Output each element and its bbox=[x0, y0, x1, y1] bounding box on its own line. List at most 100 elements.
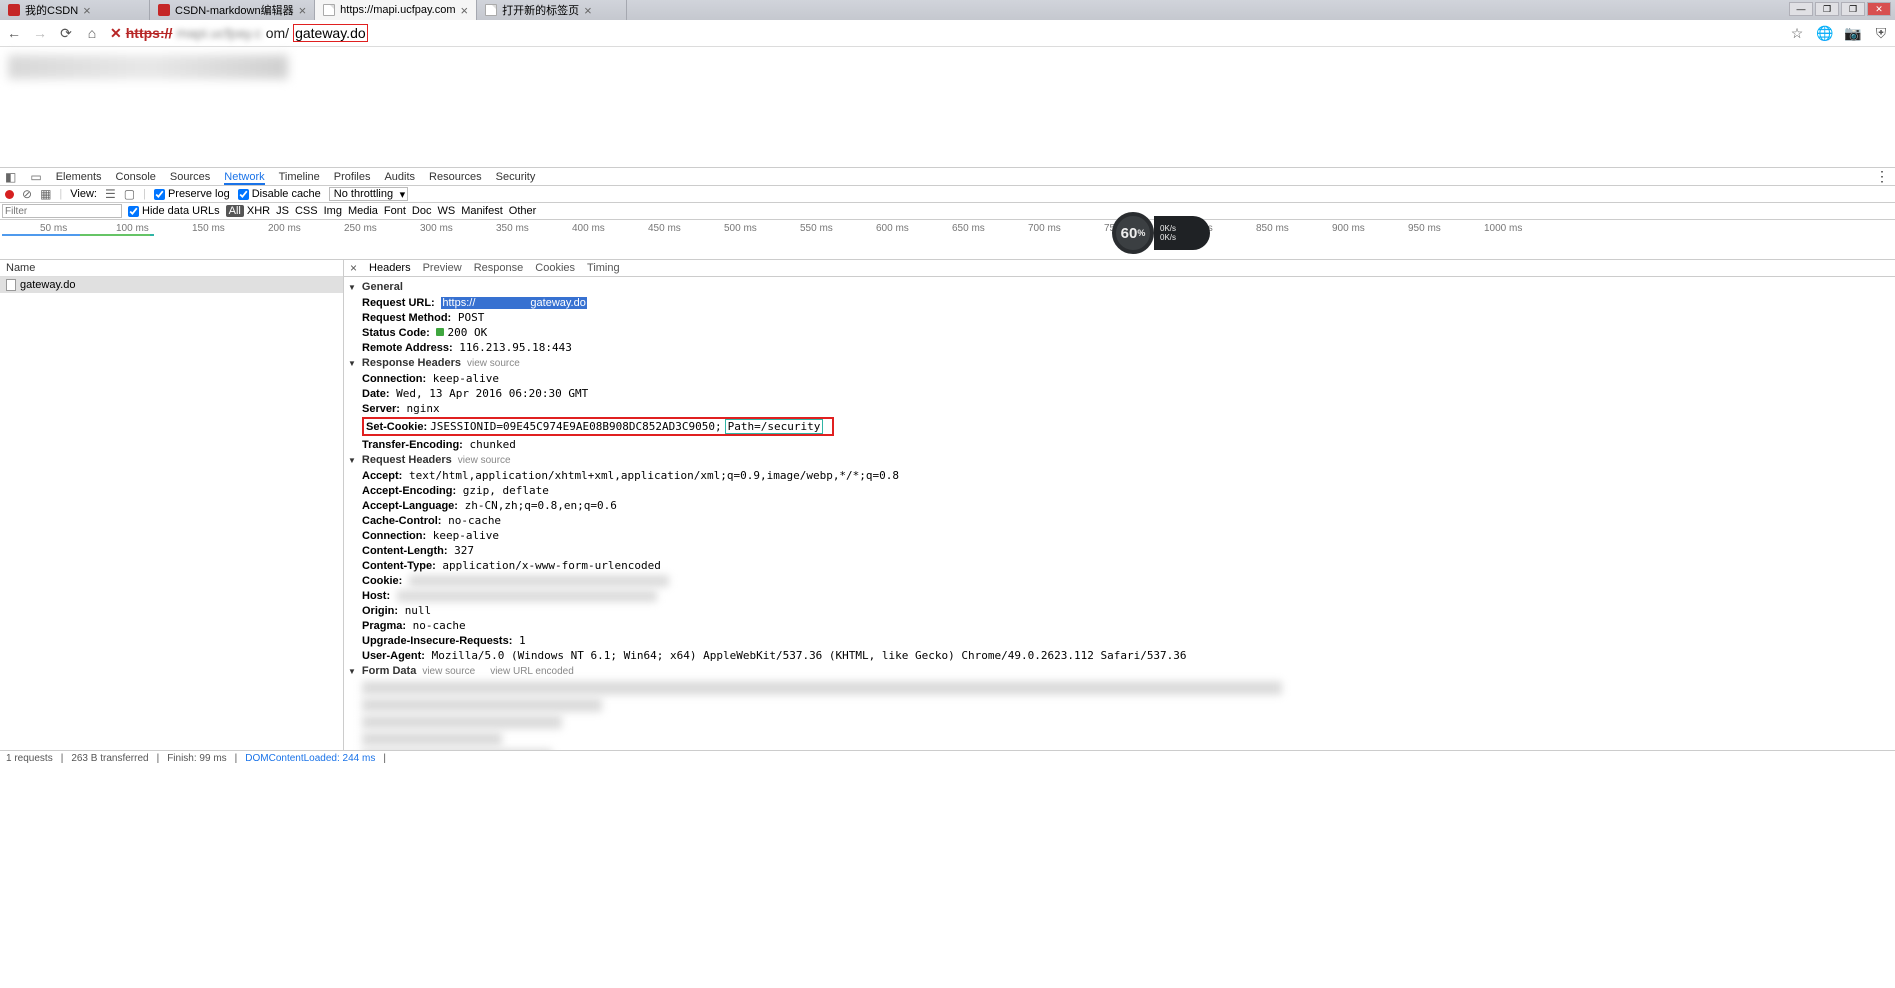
disable-cache-checkbox[interactable]: Disable cache bbox=[238, 188, 321, 200]
devtools-tabs: ◧ ▭ Elements Console Sources Network Timelin… bbox=[0, 168, 1895, 186]
section-request-headers[interactable]: Request Headers view source bbox=[348, 452, 1891, 468]
navigation-bar: ← → ⟳ ⌂ ✕ https:// mapi.ucfpay.c om/gate… bbox=[0, 20, 1895, 47]
view-source-link[interactable]: view source bbox=[422, 666, 475, 677]
page-content-blur bbox=[8, 55, 288, 79]
url-domain-blur: mapi.ucfpay.c bbox=[176, 25, 261, 41]
filter-type-js[interactable]: JS bbox=[273, 205, 292, 217]
request-row[interactable]: gateway.do bbox=[0, 277, 343, 293]
tab-close-icon[interactable]: × bbox=[461, 3, 469, 18]
speed-readout: 0K/s0K/s bbox=[1154, 216, 1210, 250]
filter-input[interactable] bbox=[2, 204, 122, 218]
tab-close-icon[interactable]: × bbox=[299, 3, 307, 18]
speed-overlay[interactable]: 60% 0K/s0K/s bbox=[1112, 208, 1212, 258]
close-detail-icon[interactable]: × bbox=[350, 261, 357, 275]
filter-type-css[interactable]: CSS bbox=[292, 205, 321, 217]
section-response-headers[interactable]: Response Headers view source bbox=[348, 355, 1891, 371]
request-name: gateway.do bbox=[20, 279, 75, 291]
tab-close-icon[interactable]: × bbox=[584, 3, 592, 18]
tab-title: 打开新的标签页 bbox=[502, 2, 579, 18]
filter-type-ws[interactable]: WS bbox=[434, 205, 458, 217]
detail-tab-timing[interactable]: Timing bbox=[587, 262, 620, 274]
timeline-tick: 650 ms bbox=[952, 223, 985, 234]
tab-active[interactable]: https://mapi.ucfpay.com× bbox=[315, 0, 477, 20]
filter-type-xhr[interactable]: XHR bbox=[244, 205, 273, 217]
preserve-log-checkbox[interactable]: Preserve log bbox=[154, 188, 230, 200]
maximize-button[interactable]: ❐ bbox=[1841, 2, 1865, 16]
detail-tab-preview[interactable]: Preview bbox=[423, 262, 462, 274]
back-icon[interactable]: ← bbox=[6, 25, 22, 41]
devtools-menu-icon[interactable]: ⋮ bbox=[1875, 168, 1890, 185]
view-source-link[interactable]: view source bbox=[458, 455, 511, 466]
timeline-tick: 200 ms bbox=[268, 223, 301, 234]
home-icon[interactable]: ⌂ bbox=[84, 25, 100, 41]
devtools-tab-elements[interactable]: Elements bbox=[56, 171, 102, 183]
timeline-tick: 500 ms bbox=[724, 223, 757, 234]
page-content bbox=[0, 47, 1895, 167]
devtools-tab-security[interactable]: Security bbox=[496, 171, 536, 183]
timeline-tick: 1000 ms bbox=[1484, 223, 1522, 234]
filter-type-img[interactable]: Img bbox=[321, 205, 345, 217]
filter-type-manifest[interactable]: Manifest bbox=[458, 205, 506, 217]
view-large-icon[interactable]: ▢ bbox=[124, 187, 135, 201]
devtools-tab-profiles[interactable]: Profiles bbox=[334, 171, 371, 183]
devtools-tab-sources[interactable]: Sources bbox=[170, 171, 210, 183]
speed-circle: 60% bbox=[1112, 212, 1154, 254]
request-header-row: Connection: keep-alive bbox=[348, 528, 1891, 543]
detail-tab-response[interactable]: Response bbox=[474, 262, 524, 274]
devtools-tab-audits[interactable]: Audits bbox=[384, 171, 415, 183]
timeline-tick: 100 ms bbox=[116, 223, 149, 234]
timeline-tick: 550 ms bbox=[800, 223, 833, 234]
name-column-header[interactable]: Name bbox=[0, 260, 343, 277]
section-form-data[interactable]: Form Data view source view URL encoded bbox=[348, 663, 1891, 679]
throttling-select[interactable]: No throttling bbox=[329, 187, 408, 201]
timeline-tick: 450 ms bbox=[648, 223, 681, 234]
hide-data-urls-checkbox[interactable]: Hide data URLs bbox=[128, 205, 220, 217]
network-status-bar: 1 requests| 263 B transferred| Finish: 9… bbox=[0, 750, 1895, 768]
filter-type-doc[interactable]: Doc bbox=[409, 205, 435, 217]
section-general[interactable]: General bbox=[348, 279, 1891, 295]
devtools-tab-network[interactable]: Network bbox=[224, 171, 264, 185]
record-icon[interactable] bbox=[5, 190, 14, 199]
clear-icon[interactable]: ⊘ bbox=[22, 187, 32, 201]
status-icon bbox=[436, 328, 444, 336]
request-header-row: Cookie: bbox=[348, 573, 1891, 588]
request-header-row: Cache-Control: no-cache bbox=[348, 513, 1891, 528]
tab-csdn-1[interactable]: 我的CSDN× bbox=[0, 0, 150, 20]
transferred-size: 263 B transferred bbox=[71, 753, 148, 766]
url-bar[interactable]: ✕ https:// mapi.ucfpay.c om/gateway.do bbox=[110, 24, 1779, 42]
devtools-tab-timeline[interactable]: Timeline bbox=[279, 171, 320, 183]
reload-icon[interactable]: ⟳ bbox=[58, 25, 74, 41]
timeline-tick: 50 ms bbox=[40, 223, 67, 234]
restore-button[interactable]: ❐ bbox=[1815, 2, 1839, 16]
transfer-encoding: chunked bbox=[469, 438, 515, 451]
camera-icon[interactable]: 📷 bbox=[1845, 25, 1861, 41]
globe-icon[interactable]: 🌐 bbox=[1817, 25, 1833, 41]
csdn-favicon-icon bbox=[158, 4, 170, 16]
headers-body: General Request URL: https:// gateway.do… bbox=[344, 277, 1895, 750]
close-button[interactable]: ✕ bbox=[1867, 2, 1891, 16]
devtools-tab-console[interactable]: Console bbox=[116, 171, 156, 183]
tab-new[interactable]: 打开新的标签页 × bbox=[477, 0, 627, 20]
filter-type-font[interactable]: Font bbox=[381, 205, 409, 217]
devtools-tab-resources[interactable]: Resources bbox=[429, 171, 482, 183]
device-icon[interactable]: ▭ bbox=[30, 170, 41, 184]
timeline-tick: 150 ms bbox=[192, 223, 225, 234]
view-list-icon[interactable]: ☰ bbox=[105, 187, 116, 201]
detail-tab-cookies[interactable]: Cookies bbox=[535, 262, 575, 274]
tab-csdn-2[interactable]: CSDN-markdown编辑器× bbox=[150, 0, 315, 20]
filter-type-other[interactable]: Other bbox=[506, 205, 540, 217]
forward-icon[interactable]: → bbox=[32, 25, 48, 41]
film-icon[interactable]: ▦ bbox=[40, 187, 51, 201]
network-body: Name gateway.do × Headers Preview Response… bbox=[0, 260, 1895, 750]
minimize-button[interactable]: — bbox=[1789, 2, 1813, 16]
star-icon[interactable]: ☆ bbox=[1789, 25, 1805, 41]
filter-type-media[interactable]: Media bbox=[345, 205, 381, 217]
detail-tab-headers[interactable]: Headers bbox=[369, 262, 411, 274]
view-source-link[interactable]: view source bbox=[467, 358, 520, 369]
view-url-encoded-link[interactable]: view URL encoded bbox=[490, 666, 574, 677]
filter-type-all[interactable]: All bbox=[226, 205, 244, 217]
shield-icon[interactable]: ⛨ bbox=[1873, 25, 1889, 41]
tab-close-icon[interactable]: × bbox=[83, 3, 91, 18]
waterfall-timeline[interactable]: 50 ms100 ms150 ms200 ms250 ms300 ms350 m… bbox=[0, 220, 1895, 260]
dock-icon[interactable]: ◧ bbox=[5, 170, 16, 184]
